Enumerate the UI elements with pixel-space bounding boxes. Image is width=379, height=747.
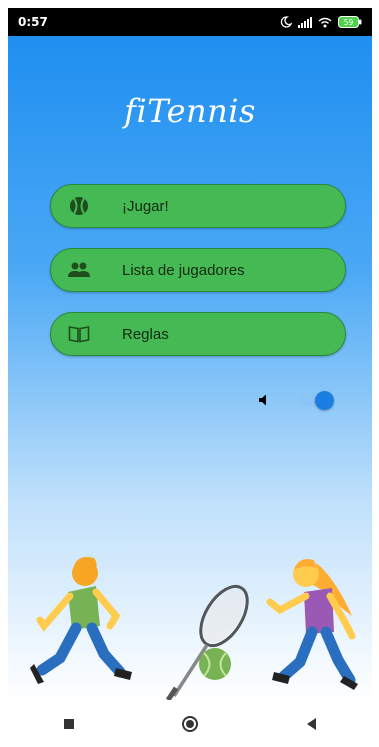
app-title: fiTennis (124, 92, 256, 130)
back-triangle-icon (307, 717, 317, 730)
sound-control (256, 388, 346, 412)
moon-icon (280, 16, 292, 28)
player-list-button[interactable]: Lista de jugadores (50, 248, 346, 292)
ball-figure (199, 648, 231, 680)
wifi-icon (318, 17, 332, 28)
battery-icon: 59 (338, 16, 362, 28)
player-left-figure (30, 557, 132, 684)
status-bar: 0:57 59 (8, 8, 372, 36)
signal-icon (298, 16, 312, 28)
circle-icon (181, 715, 198, 732)
square-icon (63, 718, 74, 729)
player-list-button-label: Lista de jugadores (122, 261, 245, 279)
play-button-label: ¡Jugar! (122, 197, 169, 215)
rules-button[interactable]: Reglas (50, 312, 346, 356)
recent-apps-button[interactable] (49, 704, 89, 744)
tennis-ball-icon (65, 192, 93, 220)
rules-button-label: Reglas (122, 325, 169, 343)
home-button[interactable] (170, 704, 210, 744)
battery-level: 59 (344, 18, 354, 27)
back-button[interactable] (291, 704, 331, 744)
sound-toggle[interactable] (298, 391, 336, 410)
people-icon (65, 256, 93, 284)
status-icons: 59 (280, 16, 362, 28)
book-icon (65, 320, 93, 348)
play-button[interactable]: ¡Jugar! (50, 184, 346, 228)
status-time: 0:57 (18, 15, 48, 29)
navigation-bar (8, 700, 372, 747)
volume-icon (256, 392, 272, 408)
sound-toggle-thumb (315, 391, 334, 410)
player-right-figure (266, 559, 358, 690)
racket-figure (165, 584, 249, 700)
tennis-illustration (30, 557, 358, 700)
app-content: fiTennis ¡Jugar! Lista de jugadores Regl… (8, 36, 372, 700)
phone-screen: 0:57 59 fiTennis ¡Jugar! Lista de jugado… (0, 0, 379, 747)
